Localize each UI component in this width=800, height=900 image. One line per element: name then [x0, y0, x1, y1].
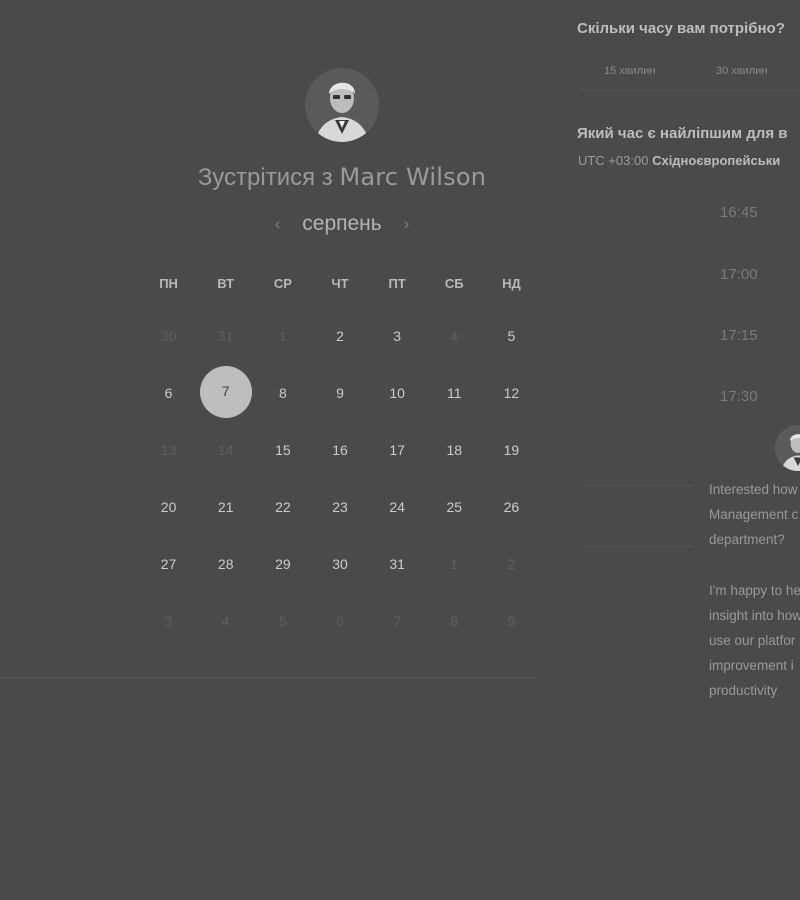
calendar-week: 27 28 29 30 31 1 2 — [140, 535, 540, 592]
time-slot[interactable]: 17:00 — [720, 266, 758, 283]
person-avatar-icon — [775, 425, 800, 471]
weekday-label: ВТ — [217, 276, 235, 291]
divider — [0, 677, 535, 678]
calendar-day: 5 — [278, 612, 287, 629]
calendar-day[interactable]: 31 — [369, 556, 426, 572]
host-name: Marc Wilson — [339, 163, 487, 191]
calendar-week: 20 21 22 23 24 25 26 — [140, 478, 540, 535]
calendar-day[interactable]: 12 — [483, 385, 540, 401]
calendar-day: 6 — [336, 612, 344, 629]
pitch-line: Interested how — [709, 482, 798, 497]
calendar-week: 30 31 1 2 3 4 5 — [140, 307, 540, 364]
calendar-day[interactable]: 18 — [426, 442, 483, 458]
calendar-day[interactable]: 6 — [140, 385, 197, 401]
pitch-line: improvement i — [709, 658, 794, 674]
calendar-day: 9 — [507, 612, 516, 629]
month-label: серпень — [302, 212, 382, 235]
time-slot[interactable]: 17:15 — [720, 327, 758, 344]
calendar-day[interactable]: 15 — [254, 442, 311, 458]
weekday-label: СР — [273, 276, 292, 291]
calendar-day: 1 — [450, 555, 459, 572]
weekday-label: СБ — [444, 276, 464, 291]
calendar-day: 4 — [221, 612, 230, 629]
calendar-day: 7 — [393, 612, 402, 629]
meeting-title-prefix: Зустрітися з — [197, 164, 333, 191]
calendar-day[interactable]: 10 — [369, 385, 426, 401]
duration-question: Скільки часу вам потрібно? — [577, 20, 785, 37]
selected-day-number: 7 — [199, 365, 252, 418]
calendar-grid: ПН ВТ СР ЧТ ПТ СБ НД 30 31 1 2 3 4 5 6 7 8 9 10 11 12 13 14 15 1… — [140, 260, 540, 649]
timezone-selector[interactable]: UTC +03:00 Східноєвропейськи — [578, 153, 780, 168]
calendar-day[interactable]: 26 — [483, 499, 540, 515]
pitch-line: use our platfor — [709, 633, 796, 649]
calendar-day: 30 — [160, 327, 177, 344]
next-month-icon[interactable]: › — [392, 214, 422, 234]
calendar-week: 13 14 15 16 17 18 19 — [140, 421, 540, 478]
timezone-name: Східноєвропейськи — [652, 153, 781, 168]
duration-options: 15 хвилин 30 хвилин — [580, 60, 800, 91]
calendar-day[interactable]: 30 — [311, 556, 368, 572]
timezone-offset: UTC +03:00 — [578, 153, 649, 168]
pitch-line: Management c — [709, 507, 799, 523]
time-slot[interactable]: 17:30 — [720, 388, 758, 405]
calendar-week: 3 4 5 6 7 8 9 — [140, 592, 540, 649]
calendar-day: 13 — [160, 441, 177, 458]
calendar-day: 4 — [450, 327, 459, 344]
person-avatar-icon — [305, 68, 379, 142]
pitch-line: productivity — [709, 683, 778, 699]
pitch-line: insight into how — [709, 607, 800, 623]
calendar-day[interactable]: 17 — [369, 442, 426, 458]
calendar-day[interactable]: 16 — [311, 442, 368, 458]
calendar-day: 14 — [217, 441, 234, 458]
calendar-day[interactable]: 9 — [311, 385, 368, 401]
weekday-header: ПН ВТ СР ЧТ ПТ СБ НД — [140, 260, 540, 307]
calendar-day[interactable]: 27 — [140, 556, 197, 572]
calendar-day[interactable]: 8 — [254, 385, 311, 401]
calendar-day[interactable]: 5 — [483, 328, 540, 344]
calendar-day: 3 — [164, 612, 173, 629]
time-question: Який час є найліпшим для в — [577, 125, 788, 142]
calendar-day[interactable]: 25 — [426, 499, 483, 515]
host-avatar-small — [775, 425, 800, 471]
duration-option-15[interactable]: 15 хвилин — [604, 65, 655, 77]
selected-day[interactable]: 7 — [197, 365, 254, 418]
month-navigation: ‹ серпень › — [0, 212, 684, 236]
prev-month-icon[interactable]: ‹ — [263, 214, 293, 234]
pitch-line: department? — [709, 532, 785, 548]
calendar-day: 8 — [450, 612, 459, 629]
calendar-week: 6 7 8 9 10 11 12 — [140, 364, 540, 421]
calendar-day[interactable]: 28 — [197, 556, 254, 572]
calendar-day[interactable]: 3 — [369, 328, 426, 344]
weekday-label: ПН — [159, 276, 178, 291]
duration-option-30[interactable]: 30 хвилин — [716, 65, 767, 77]
calendar-day[interactable]: 23 — [311, 499, 368, 515]
calendar-day[interactable]: 24 — [369, 499, 426, 515]
weekday-label: ПТ — [388, 276, 406, 291]
weekday-label: НД — [502, 276, 521, 291]
calendar-day: 2 — [507, 555, 516, 572]
pitch-line: I'm happy to he — [709, 582, 800, 598]
calendar-day: 1 — [278, 327, 287, 344]
calendar-day: 31 — [217, 327, 234, 344]
calendar-day[interactable]: 20 — [140, 499, 197, 515]
calendar-day[interactable]: 22 — [254, 499, 311, 515]
calendar-day[interactable]: 29 — [254, 556, 311, 572]
host-pitch: Interested how Management c department? … — [709, 477, 800, 729]
weekday-label: ЧТ — [331, 276, 349, 291]
divider — [585, 546, 693, 547]
time-slot[interactable]: 16:45 — [720, 204, 758, 221]
calendar-day[interactable]: 2 — [311, 328, 368, 344]
calendar-day[interactable]: 19 — [483, 442, 540, 458]
calendar-day[interactable]: 21 — [197, 499, 254, 515]
calendar-day[interactable]: 11 — [426, 385, 483, 401]
host-avatar — [305, 68, 379, 142]
divider — [585, 485, 693, 486]
